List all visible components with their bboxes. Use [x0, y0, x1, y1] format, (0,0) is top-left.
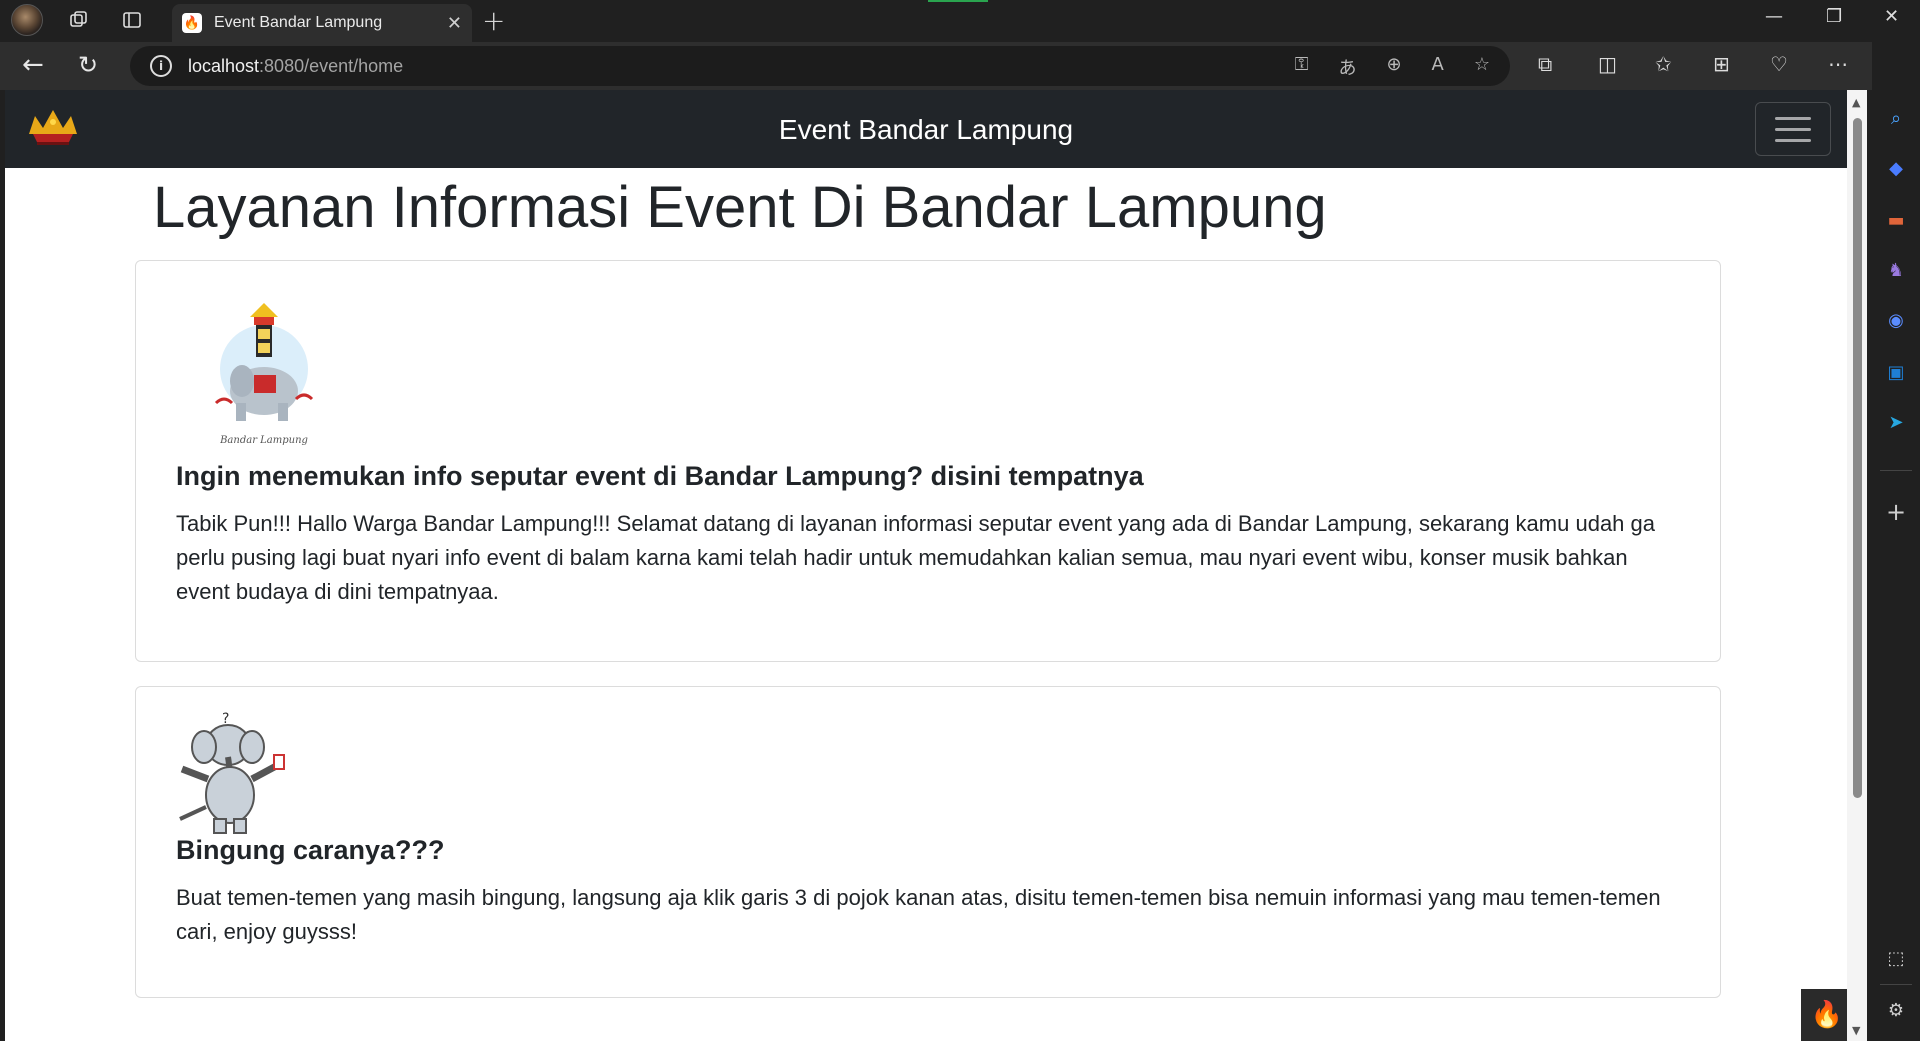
screenshot-icon[interactable]: ⬚ [1882, 944, 1910, 972]
add-sidebar-app-icon[interactable]: + [1882, 498, 1910, 526]
info-icon[interactable]: i [150, 55, 172, 77]
url-host: localhost [188, 55, 260, 76]
navbar-title[interactable]: Event Bandar Lampung [5, 114, 1847, 146]
fire-icon: 🔥 [182, 13, 202, 33]
extensions-icon[interactable]: ⧉ [1538, 52, 1552, 76]
help-card: ? Bingung caranya??? Buat temen-temen ya… [135, 686, 1721, 998]
minimize-button[interactable]: — [1765, 6, 1783, 27]
info-card: Bandar Lampung Ingin menemukan info sepu… [135, 260, 1721, 662]
site-navbar: Event Bandar Lampung [5, 90, 1847, 168]
page-viewport: Event Bandar Lampung Layanan Informasi E… [5, 90, 1867, 1041]
settings-gear-icon[interactable]: ⚙ [1882, 996, 1910, 1024]
tab-title: Event Bandar Lampung [214, 14, 383, 31]
collections-icon[interactable]: ⊞ [1713, 52, 1730, 76]
url-path: :8080/event/home [259, 55, 404, 76]
shopping-tag-icon[interactable]: ◆ [1882, 154, 1910, 182]
sidebar-separator-bottom [1880, 984, 1912, 985]
search-icon[interactable]: ⌕ [1882, 104, 1910, 132]
vertical-tabs-icon[interactable] [115, 5, 149, 35]
tab-event-bandar-lampung[interactable]: 🔥 Event Bandar Lampung ✕ [172, 4, 472, 42]
confused-elephant-illustration: ? [174, 707, 292, 837]
tugu-elephant-illustration: Bandar Lampung [206, 299, 326, 449]
tools-briefcase-icon[interactable]: ▬ [1882, 206, 1910, 234]
restore-button[interactable]: ❐ [1826, 6, 1842, 27]
page-scrollbar[interactable]: ▲ ▼ [1847, 90, 1867, 1041]
scrollbar-thumb[interactable] [1853, 118, 1862, 798]
outlook-icon[interactable]: ▣ [1882, 358, 1910, 386]
workspaces-icon[interactable] [62, 5, 96, 35]
favorite-star-icon[interactable]: ☆ [1474, 54, 1490, 80]
toolbar: ← ↻ i localhost:8080/event/home ⚿ あ ⊕ A … [0, 42, 1920, 90]
refresh-button[interactable]: ↻ [78, 51, 98, 79]
card-title: Ingin menemukan info seputar event di Ba… [176, 461, 1144, 491]
favorites-icon[interactable]: ✩ [1655, 52, 1672, 76]
back-button[interactable]: ← [22, 50, 44, 80]
address-bar[interactable]: i localhost:8080/event/home ⚿ あ ⊕ A ☆ [130, 46, 1510, 86]
key-icon[interactable]: ⚿ [1295, 54, 1309, 80]
hamburger-menu-button[interactable] [1755, 102, 1831, 156]
translate-icon[interactable]: あ [1338, 54, 1356, 80]
new-tab-button[interactable]: + [482, 4, 505, 37]
games-icon[interactable]: ♞ [1882, 256, 1910, 284]
profile-avatar[interactable] [11, 4, 43, 36]
copilot-sidebar-icon[interactable]: ◉ [1882, 306, 1910, 334]
close-window-button[interactable]: ✕ [1884, 6, 1899, 27]
card-text: Tabik Pun!!! Hallo Warga Bandar Lampung!… [176, 511, 1655, 604]
split-screen-icon[interactable]: ◫ [1598, 52, 1617, 76]
accent-line [928, 0, 988, 2]
card-title: Bingung caranya??? [176, 835, 445, 865]
svg-text:Bandar Lampung: Bandar Lampung [219, 435, 308, 446]
fire-floating-button[interactable]: 🔥 [1801, 989, 1853, 1041]
fire-icon: 🔥 [1810, 1000, 1844, 1030]
read-aloud-icon[interactable]: A [1432, 54, 1444, 80]
card-text: Buat temen-temen yang masih bingung, lan… [176, 885, 1661, 944]
browser-essentials-icon[interactable]: ♡ [1770, 52, 1788, 76]
zoom-icon[interactable]: ⊕ [1386, 54, 1401, 80]
edge-sidebar: ⌕ ◆ ▬ ♞ ◉ ▣ ➤ + ⬚ ⚙ [1872, 42, 1920, 1041]
close-tab-icon[interactable]: ✕ [447, 13, 462, 34]
scroll-down-arrow-icon[interactable]: ▼ [1852, 1024, 1860, 1037]
page-title: Layanan Informasi Event Di Bandar Lampun… [153, 175, 1327, 240]
send-icon[interactable]: ➤ [1882, 408, 1910, 436]
sidebar-separator [1880, 470, 1912, 471]
more-menu-icon[interactable]: ⋯ [1828, 52, 1848, 76]
tab-strip: 🔥 Event Bandar Lampung ✕ + — ❐ ✕ [0, 0, 1920, 42]
scroll-up-arrow-icon[interactable]: ▲ [1852, 96, 1860, 109]
